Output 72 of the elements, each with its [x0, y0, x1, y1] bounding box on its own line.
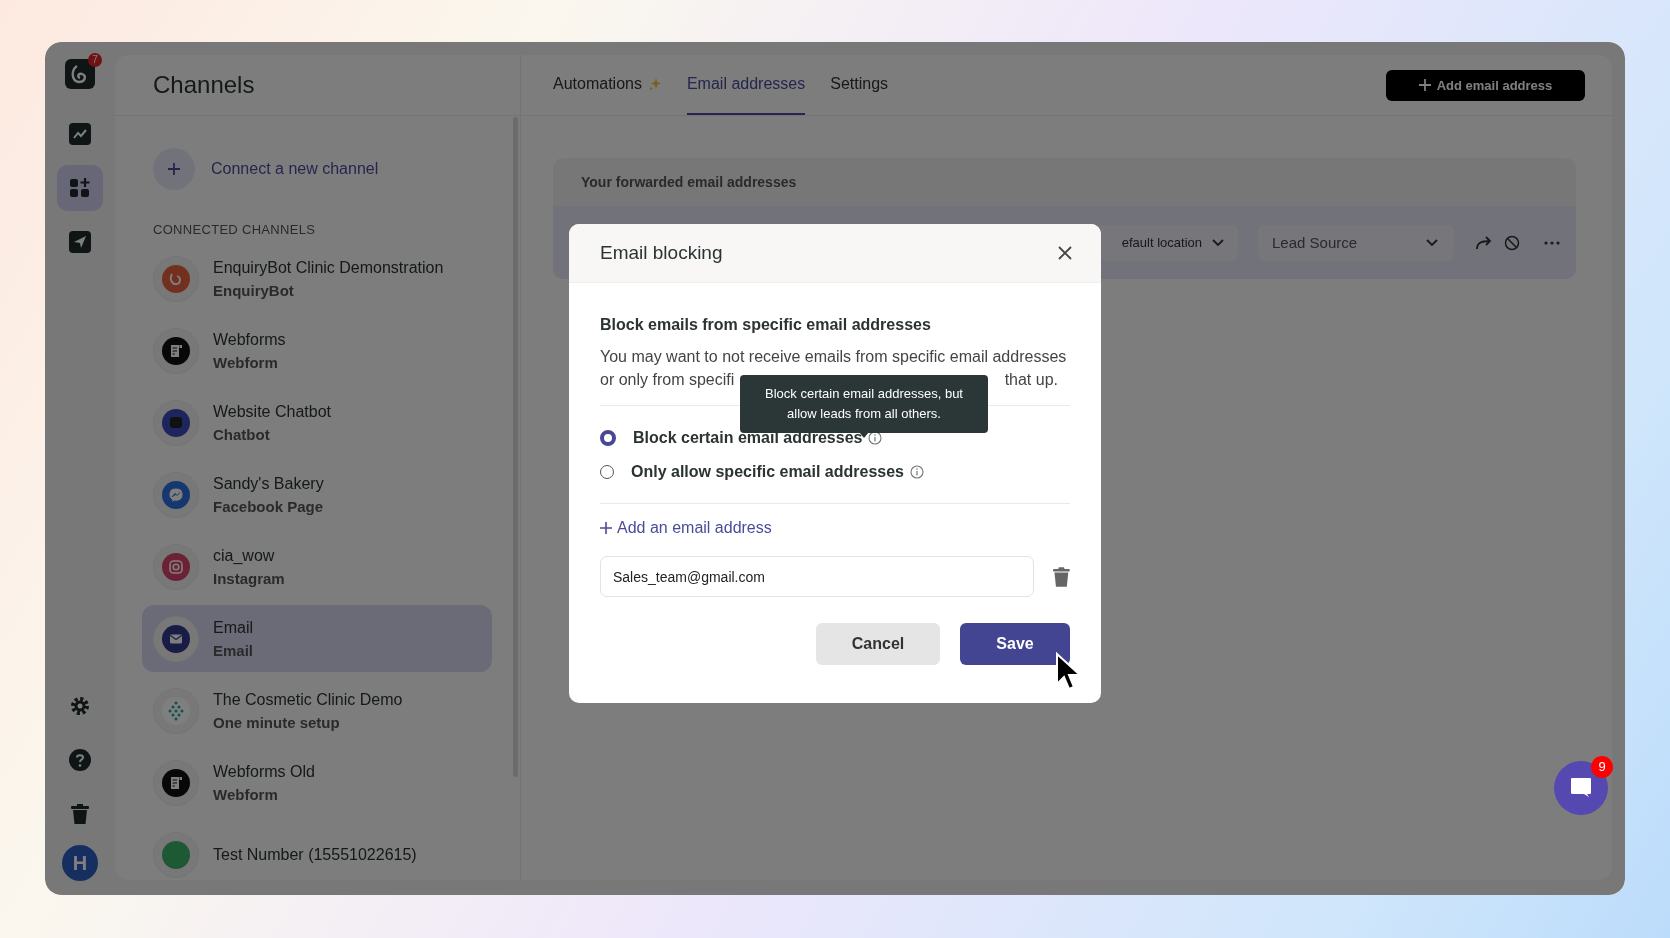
channel-type: Webform — [213, 353, 279, 371]
chevron-down-icon — [1426, 238, 1438, 247]
connect-channel-button[interactable]: Connect a new channel — [142, 148, 379, 190]
chat-bubble-icon — [1569, 776, 1593, 800]
channel-type: Email — [213, 641, 254, 659]
webform-channel-icon — [153, 759, 199, 806]
channel-type: Instagram — [213, 569, 285, 587]
channel-name: The Cosmetic Clinic Demo — [213, 690, 403, 709]
channel-name: Webforms Old — [213, 762, 315, 781]
channel-item[interactable]: cia_wow Instagram — [142, 533, 492, 600]
description-text: You may want to not receive emails from specific email addresses — [600, 347, 1068, 367]
channel-type: EnquiryBot — [213, 281, 295, 299]
lead-source-dropdown[interactable]: Lead Source — [1258, 224, 1454, 261]
dialog-heading: Block emails from specific email addresses — [600, 316, 932, 334]
chatbot-channel-icon — [153, 399, 199, 446]
add-email-button[interactable]: Add email address — [1386, 69, 1585, 101]
email-channel-icon — [153, 615, 199, 662]
add-email-link[interactable]: Add an email address — [600, 519, 772, 537]
option-label[interactable]: Only allow specific email addresses — [631, 463, 904, 481]
channel-name: Webforms — [213, 330, 286, 349]
cosmetic-channel-icon — [153, 687, 199, 734]
save-button[interactable]: Save — [960, 623, 1070, 665]
card-title: Your forwarded email addresses — [580, 173, 798, 192]
cancel-button[interactable]: Cancel — [816, 623, 940, 665]
phone-channel-icon — [153, 831, 199, 878]
channel-name: EnquiryBot Clinic Demonstration — [213, 258, 444, 277]
channel-item[interactable]: Email Email — [142, 605, 492, 672]
block-icon[interactable] — [1504, 234, 1520, 251]
description-text: that up. — [1004, 370, 1058, 390]
channel-item[interactable]: Test Number (15551022615) — [142, 821, 492, 880]
section-label: CONNECTED CHANNELS — [153, 222, 317, 237]
channel-type: Webform — [213, 785, 279, 803]
channel-name: Email — [213, 618, 254, 637]
channel-name: Test Number (15551022615) — [213, 845, 417, 864]
chevron-down-icon — [1212, 238, 1224, 247]
close-icon[interactable] — [1058, 246, 1072, 260]
page-title: Channels — [153, 71, 255, 99]
info-icon[interactable] — [868, 431, 883, 445]
radio-button[interactable] — [600, 430, 616, 446]
sparkle-icon — [647, 77, 662, 91]
channel-item[interactable]: Website Chatbot Chatbot — [142, 389, 492, 456]
forward-icon[interactable] — [1476, 235, 1494, 250]
channel-type: Facebook Page — [213, 497, 324, 515]
channel-name: Sandy's Bakery — [213, 474, 324, 493]
channel-name: Website Chatbot — [213, 402, 331, 421]
tab[interactable]: Email addresses — [686, 55, 806, 115]
dialog-title: Email blocking — [600, 242, 723, 264]
trash-icon[interactable] — [1053, 566, 1070, 587]
plus-icon — [600, 522, 612, 534]
channel-item[interactable]: Webforms Old Webform — [142, 749, 492, 816]
channel-item[interactable]: Sandy's Bakery Facebook Page — [142, 461, 492, 528]
description-text: or only from specifi — [600, 370, 735, 390]
channel-type: Chatbot — [213, 425, 271, 443]
channel-item[interactable]: The Cosmetic Clinic Demo One minute setup — [142, 677, 492, 744]
avatar[interactable]: H — [62, 845, 98, 881]
tab[interactable]: Settings — [830, 55, 889, 115]
more-icon[interactable] — [1544, 240, 1560, 245]
channel-item[interactable]: EnquiryBot Clinic Demonstration EnquiryBot — [142, 245, 492, 312]
enquirybot-channel-icon — [153, 255, 199, 302]
channel-item[interactable]: Webforms Webform — [142, 317, 492, 384]
plus-icon — [167, 162, 181, 176]
channel-name: cia_wow — [213, 546, 276, 565]
apps-icon[interactable] — [57, 165, 103, 211]
email-input[interactable]: Sales_team@gmail.com — [600, 556, 1035, 597]
instagram-channel-icon — [153, 543, 199, 590]
webform-channel-icon — [153, 327, 199, 374]
tab[interactable]: Automations — [553, 55, 662, 115]
plus-icon — [1418, 79, 1431, 91]
tooltip: Block certain email addresses, but allow leads from all others. — [740, 375, 988, 433]
channel-type: One minute setup — [213, 713, 341, 731]
notification-badge: 7 — [88, 53, 102, 67]
messenger-channel-icon — [153, 471, 199, 518]
